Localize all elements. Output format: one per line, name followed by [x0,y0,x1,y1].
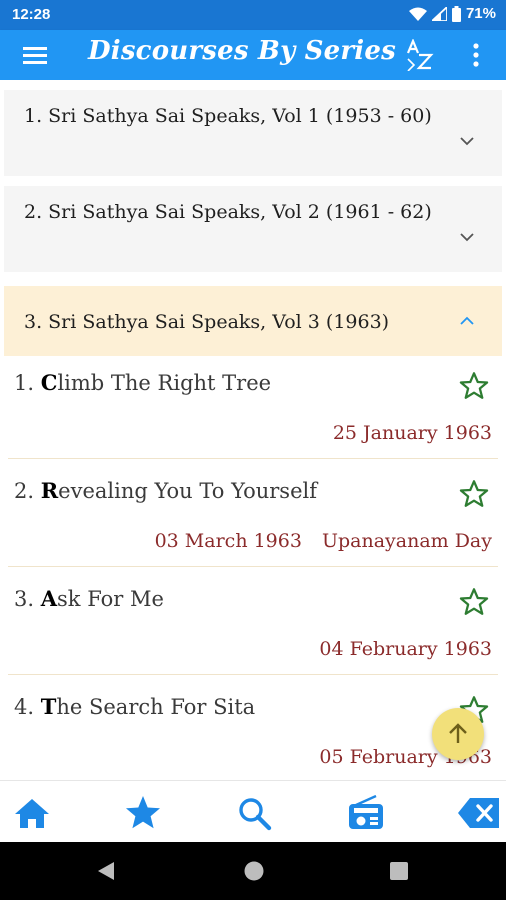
status-bar: 12:28 71% [0,0,506,30]
recents-icon[interactable] [390,862,408,880]
discourse-item[interactable]: 3. Ask For Me 04 February 1963 [8,572,498,675]
wifi-icon [408,7,427,21]
series-label: 1. Sri Sathya Sai Speaks, Vol 1 (1953 - … [24,105,432,127]
system-nav-bar [0,842,506,900]
home-icon[interactable] [12,795,52,831]
battery-icon [451,5,461,22]
search-icon[interactable] [234,795,274,831]
scroll-top-button[interactable] [432,708,484,760]
discourse-title: 3. Ask For Me [14,586,164,611]
star-icon[interactable] [123,795,163,831]
status-icons: 71% [408,5,496,22]
sort-az-icon[interactable] [404,39,434,71]
radio-icon[interactable] [346,795,386,831]
discourse-meta: 25 January 1963 [333,422,492,444]
chevron-up-icon [460,316,474,325]
favorite-star-icon[interactable] [458,370,490,402]
discourse-title: 2. Revealing You To Yourself [14,478,318,503]
page-title: Discourses By Series [88,36,396,66]
discourse-title: 4. The Search For Sita [14,694,256,719]
discourse-date: 25 January 1963 [332,422,492,444]
discourse-item[interactable]: 1. Climb The Right Tree 25 January 1963 [8,356,498,459]
status-time: 12:28 [12,6,51,23]
battery-percent: 71% [465,5,496,22]
favorite-star-icon[interactable] [458,478,490,510]
discourse-date: 03 March 1963 [154,530,302,552]
series-header-vol3[interactable]: 3. Sri Sathya Sai Speaks, Vol 3 (1963) [4,286,502,356]
series-header-vol2[interactable]: 2. Sri Sathya Sai Speaks, Vol 2 (1961 - … [4,186,502,272]
discourse-title: 1. Climb The Right Tree [14,370,272,395]
chevron-down-icon [460,233,474,242]
backspace-icon[interactable] [456,795,502,831]
series-header-vol1[interactable]: 1. Sri Sathya Sai Speaks, Vol 1 (1953 - … [4,90,502,176]
series-label: 2. Sri Sathya Sai Speaks, Vol 2 (1961 - … [24,201,432,223]
discourse-occasion: Upanayanam Day [321,530,492,552]
discourse-item[interactable]: 4. The Search For Sita 05 February 1963 [8,680,498,780]
app-bar: Discourses By Series [0,30,506,80]
favorite-star-icon[interactable] [458,586,490,618]
menu-icon[interactable] [20,43,50,67]
home-nav-icon[interactable] [242,859,266,883]
arrow-up-icon [449,723,467,743]
bottom-nav [0,780,506,843]
discourse-meta: 03 March 1963 Upanayanam Day [155,530,492,552]
series-label: 3. Sri Sathya Sai Speaks, Vol 3 (1963) [24,311,390,333]
more-options-icon[interactable] [466,42,486,68]
discourse-meta: 04 February 1963 [319,638,492,660]
series-list: 1. Sri Sathya Sai Speaks, Vol 1 (1953 - … [0,80,506,780]
discourse-item[interactable]: 2. Revealing You To Yourself 03 March 19… [8,464,498,567]
signal-icon [431,6,447,21]
discourse-date: 04 February 1963 [319,638,492,660]
back-icon[interactable] [96,861,116,881]
chevron-down-icon [460,137,474,146]
